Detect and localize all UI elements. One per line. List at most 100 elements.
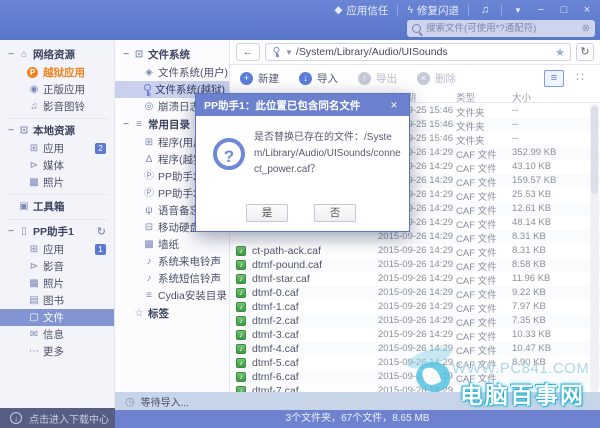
file-size: 7.35 KB	[512, 315, 546, 326]
sidebar-header[interactable]: − ⌂ 网络资源	[0, 45, 114, 64]
tree-item[interactable]: ♪ 系统来电铃声	[115, 253, 229, 270]
column-size[interactable]: 大小	[512, 90, 531, 104]
file-row[interactable]: 2015-09-26 14:29 CAF 文件 8.31 KB	[230, 230, 600, 245]
file-row[interactable]: ♪ dtmf-5.caf 2015-09-26 14:29 CAF 文件 8.90 KB	[230, 356, 600, 371]
list-view-button[interactable]: ≡	[544, 69, 564, 87]
sidebar-header[interactable]: ▣ 工具箱	[0, 197, 114, 216]
music-icon[interactable]: ♫	[478, 4, 492, 16]
collapse-toggle-icon[interactable]: −	[5, 125, 17, 136]
count-badge: 2	[95, 143, 106, 154]
sidebar-item[interactable]: ⊞ 应用 2	[0, 140, 114, 157]
sidebar-item[interactable]: ▤ 图书	[0, 292, 114, 309]
no-button[interactable]: 否	[314, 204, 356, 222]
file-row[interactable]: ♪ dtmf-1.caf 2015-09-26 14:29 CAF 文件 7.97 KB	[230, 300, 600, 315]
file-name: dtmf-4.caf	[252, 343, 299, 355]
file-row[interactable]: ♪ dtmf-0.caf 2015-09-26 14:29 CAF 文件 9.22 KB	[230, 286, 600, 301]
collapse-toggle-icon[interactable]: −	[120, 119, 132, 130]
collapse-toggle-icon[interactable]: −	[5, 49, 17, 60]
sidebar-label: 文件	[43, 312, 64, 324]
file-row[interactable]: ♪ dtmf-3.caf 2015-09-26 14:29 CAF 文件 10.33 K…	[230, 328, 600, 343]
pp-dir-icon: Ⓟ	[144, 170, 154, 182]
sidebar-header[interactable]: − ⊡ 本地资源	[0, 121, 114, 140]
file-row[interactable]: ♪ dtmf-pound.caf 2015-09-26 14:29 CAF 文件 8.5…	[230, 258, 600, 273]
refresh-icon[interactable]: ↻	[97, 225, 106, 238]
tree-item[interactable]: ♪ 系统短信铃声	[115, 270, 229, 287]
import-button[interactable]: ↓ 导入	[299, 71, 338, 86]
refresh-button[interactable]: ↻	[576, 43, 594, 61]
download-center-bar[interactable]: ↓ 点击进入下载中心	[0, 408, 115, 428]
collapse-toggle-icon[interactable]: −	[120, 49, 132, 60]
photo-icon: ▩	[29, 176, 39, 188]
sidebar-item[interactable]: ⋯ 更多	[0, 343, 114, 360]
file-row[interactable]: ♪ dtmf-4.caf 2015-09-26 14:29 CAF 文件 10.47 K…	[230, 342, 600, 357]
dialog-close-icon[interactable]: ×	[387, 98, 401, 112]
file-type: 文件夹	[456, 122, 485, 133]
file-row[interactable]: ♪ ct-path-ack.caf 2015-09-26 14:29 CAF 文件 8.…	[230, 244, 600, 259]
navigation-bar: ← ▼ /System/Library/Audio/UISounds ★ ↻	[230, 40, 600, 65]
file-type: CAF 文件	[456, 192, 497, 203]
media-ring-icon: ♫	[30, 100, 38, 112]
back-button[interactable]: ←	[236, 43, 260, 61]
search-box[interactable]: ⊗	[407, 20, 595, 37]
address-bar[interactable]: ▼ /System/Library/Audio/UISounds ★	[265, 43, 571, 61]
file-type: CAF 文件	[456, 304, 497, 315]
tree-label: 文件系统(用户)	[158, 67, 228, 79]
collapse-toggle-icon[interactable]: −	[5, 226, 17, 237]
app-trust-button[interactable]: ◆ 应用信任	[334, 3, 388, 18]
file-name: dtmf-3.caf	[252, 329, 299, 341]
menu-icon[interactable]: ▼	[511, 6, 525, 15]
sidebar-item[interactable]: P 越狱应用	[0, 64, 114, 81]
question-icon: ?	[213, 138, 245, 170]
close-button[interactable]: ×	[580, 4, 594, 16]
sidebar-item[interactable]: ♫ 影音图铃	[0, 98, 114, 115]
fix-crash-button[interactable]: ϟ 修复闪退	[407, 3, 459, 18]
file-type: CAF 文件	[456, 276, 497, 287]
dialog-message: 是否替换已存在的文件：/System/Library/Audio/UISound…	[254, 132, 401, 175]
dialog-titlebar[interactable]: PP助手1：此位置已包含同名文件 ×	[196, 94, 409, 116]
tree-item[interactable]: ▩ 墙纸	[115, 236, 229, 253]
clear-search-icon[interactable]: ⊗	[582, 23, 590, 34]
scrollbar-thumb[interactable]	[591, 106, 598, 194]
sidebar-item[interactable]: ◉ 正版应用	[0, 81, 114, 98]
favorite-star-icon[interactable]: ★	[555, 46, 565, 59]
sidebar-item[interactable]: ⊳ 影音	[0, 258, 114, 275]
sidebar-item[interactable]: ⊳ 媒体	[0, 157, 114, 174]
sidebar-label: 工具箱	[33, 201, 65, 213]
sidebar-item[interactable]: ⊞ 应用 1	[0, 241, 114, 258]
waiting-import-bar: ◷ 等待导入...	[115, 392, 600, 410]
sidebar-item[interactable]: ▩ 照片	[0, 174, 114, 191]
caf-file-icon: ♪	[236, 372, 246, 382]
divider	[397, 4, 399, 16]
caf-file-icon: ♪	[236, 260, 246, 270]
scrollbar[interactable]	[590, 104, 599, 392]
sidebar-header[interactable]: − ▯ PP助手1 ↻	[0, 222, 114, 241]
maximize-button[interactable]: □	[557, 4, 571, 16]
key-icon	[142, 83, 153, 96]
file-date: 2015-09-26 14:29	[378, 273, 454, 284]
sidebar-item[interactable]: ▩ 照片	[0, 275, 114, 292]
file-row[interactable]: ♪ dtmf-6.caf 2015-09-26 14:29 CAF 文件	[230, 370, 600, 385]
file-row[interactable]: ♪ dtmf-star.caf 2015-09-26 14:29 CAF 文件 11.9…	[230, 272, 600, 287]
voice-memo-icon: ψ	[145, 204, 153, 216]
sidebar-label: 照片	[43, 177, 64, 189]
tree-header[interactable]: ☆ 标签	[115, 304, 229, 323]
column-type[interactable]: 类型	[456, 90, 475, 104]
minimize-button[interactable]: −	[534, 4, 548, 16]
file-row[interactable]: ♪ dtmf-7.caf 2015-09-26 14:29	[230, 384, 600, 392]
file-row[interactable]: ♪ dtmf-2.caf 2015-09-26 14:29 CAF 文件 7.35 KB	[230, 314, 600, 329]
new-button[interactable]: + 新建	[240, 71, 279, 86]
caf-file-icon: ♪	[236, 330, 246, 340]
tree-item[interactable]: ≡ Cydia安装目录	[115, 287, 229, 304]
sidebar-item[interactable]: ▢ 文件	[0, 309, 114, 326]
sidebar-item[interactable]: ✉ 信息	[0, 326, 114, 343]
section-divider	[6, 219, 108, 220]
search-input[interactable]	[426, 23, 582, 34]
grid-view-button[interactable]: ∷	[570, 70, 590, 87]
tree-header[interactable]: − ⊡ 文件系统	[115, 45, 229, 64]
tree-item[interactable]: ◈ 文件系统(用户)	[115, 64, 229, 81]
file-size: 48.14 KB	[512, 217, 552, 228]
chevron-down-icon[interactable]: ▼	[285, 48, 293, 57]
home-icon: ⌂	[20, 48, 28, 60]
yes-button[interactable]: 是	[246, 204, 288, 222]
file-date: 2015-09-26 14:29	[378, 287, 454, 298]
